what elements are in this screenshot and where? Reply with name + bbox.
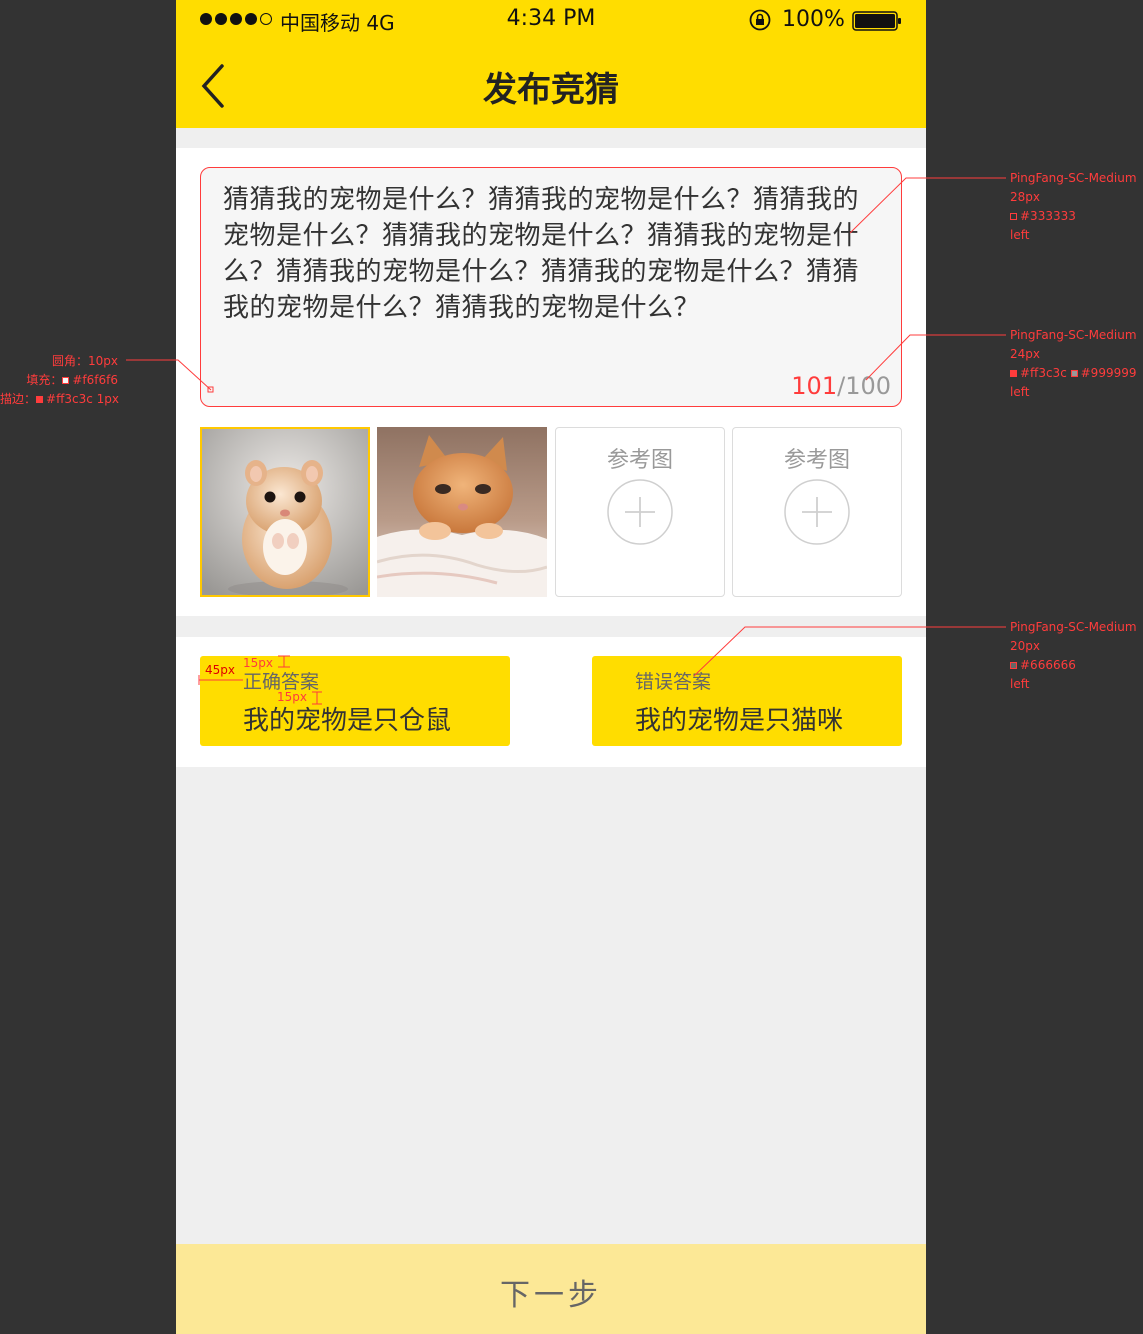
hamster-image[interactable] xyxy=(200,427,370,597)
next-step-button[interactable]: 下一步 xyxy=(176,1244,926,1334)
reference-image-slot[interactable]: 参考图 xyxy=(555,427,725,597)
page-title: 发布竞猜 xyxy=(483,70,619,110)
phone-screen: 中国移动 4G 4:34 PM 100% 发布竞猜 猜猜我的宠物是什么？猜猜我的… xyxy=(176,0,926,1334)
correct-answer-text: 我的宠物是只仓鼠 xyxy=(243,706,452,736)
rotation-lock-icon xyxy=(749,9,771,31)
answer-font-annotation: PingFang-SC-Medium 20px #666666 left xyxy=(1010,620,1137,691)
battery-icon xyxy=(852,11,901,31)
question-font-annotation: PingFang-SC-Medium 28px #333333 left xyxy=(1010,171,1137,242)
char-counter: 101/100 xyxy=(791,372,891,400)
reference-image-label: 参考图 xyxy=(783,448,850,473)
char-count-separator: / xyxy=(837,372,846,400)
battery-percent: 100% xyxy=(782,7,845,32)
left-padding-annotation: 45px xyxy=(205,663,235,677)
add-image-icon xyxy=(607,479,673,545)
status-bar: 中国移动 4G 4:34 PM 100% xyxy=(176,0,926,40)
wrong-answer-label: 错误答案 xyxy=(635,671,712,693)
char-count-max: 100 xyxy=(845,372,891,400)
image-row: 参考图 参考图 xyxy=(200,427,902,597)
counter-font-annotation: PingFang-SC-Medium 24px #ff3c3c #999999 … xyxy=(1010,328,1137,399)
textbox-style-annotation: 圆角：10px 填充： #f6f6f6 描边： #ff3c3c 1px xyxy=(0,354,119,406)
wrong-answer-text: 我的宠物是只猫咪 xyxy=(635,706,844,736)
question-text: 猜猜我的宠物是什么？猜猜我的宠物是什么？猜猜我的宠物是什么？猜猜我的宠物是什么？… xyxy=(223,185,860,323)
reference-image-label: 参考图 xyxy=(606,448,673,473)
kitten-image[interactable] xyxy=(377,427,547,597)
question-card: 猜猜我的宠物是什么？猜猜我的宠物是什么？猜猜我的宠物是什么？猜猜我的宠物是什么？… xyxy=(176,148,926,616)
next-step-label: 下一步 xyxy=(500,1278,602,1313)
header: 中国移动 4G 4:34 PM 100% 发布竞猜 xyxy=(176,0,926,128)
add-image-icon xyxy=(784,479,850,545)
line-gap-annotation: 15px xyxy=(277,690,307,704)
char-count-current: 101 xyxy=(791,372,838,400)
question-textarea[interactable]: 猜猜我的宠物是什么？猜猜我的宠物是什么？猜猜我的宠物是什么？猜猜我的宠物是什么？… xyxy=(200,167,902,407)
top-padding-annotation: 15px xyxy=(243,656,273,670)
wrong-answer-button[interactable]: 错误答案 我的宠物是只猫咪 xyxy=(592,656,902,746)
reference-image-slot[interactable]: 参考图 xyxy=(732,427,902,597)
